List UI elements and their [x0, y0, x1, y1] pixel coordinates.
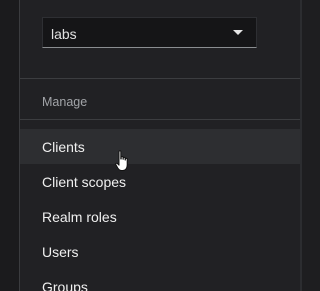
- sidebar-item-users[interactable]: Users: [20, 234, 300, 269]
- sidebar-item-groups[interactable]: Groups: [20, 269, 300, 291]
- sidebar-item-label: Client scopes: [42, 174, 127, 190]
- realm-selector-value: labs: [51, 26, 77, 42]
- sidebar: labs Manage Clients Client scopes Realm …: [20, 0, 300, 291]
- divider: [20, 78, 300, 79]
- section-title-manage: Manage: [42, 95, 88, 109]
- right-edge: [300, 0, 302, 291]
- sidebar-item-label: Users: [42, 244, 79, 260]
- sidebar-item-client-scopes[interactable]: Client scopes: [20, 164, 300, 199]
- app-window: labs Manage Clients Client scopes Realm …: [0, 0, 302, 291]
- realm-selector[interactable]: labs: [42, 17, 257, 48]
- left-gutter: [0, 0, 20, 291]
- sidebar-item-label: Realm roles: [42, 209, 117, 225]
- divider: [20, 119, 300, 120]
- sidebar-item-label: Clients: [42, 139, 85, 155]
- sidebar-item-realm-roles[interactable]: Realm roles: [20, 199, 300, 234]
- nav-list: Clients Client scopes Realm roles Users …: [20, 129, 300, 291]
- caret-down-icon: [233, 30, 243, 35]
- sidebar-item-clients[interactable]: Clients: [20, 129, 300, 164]
- sidebar-item-label: Groups: [42, 279, 88, 291]
